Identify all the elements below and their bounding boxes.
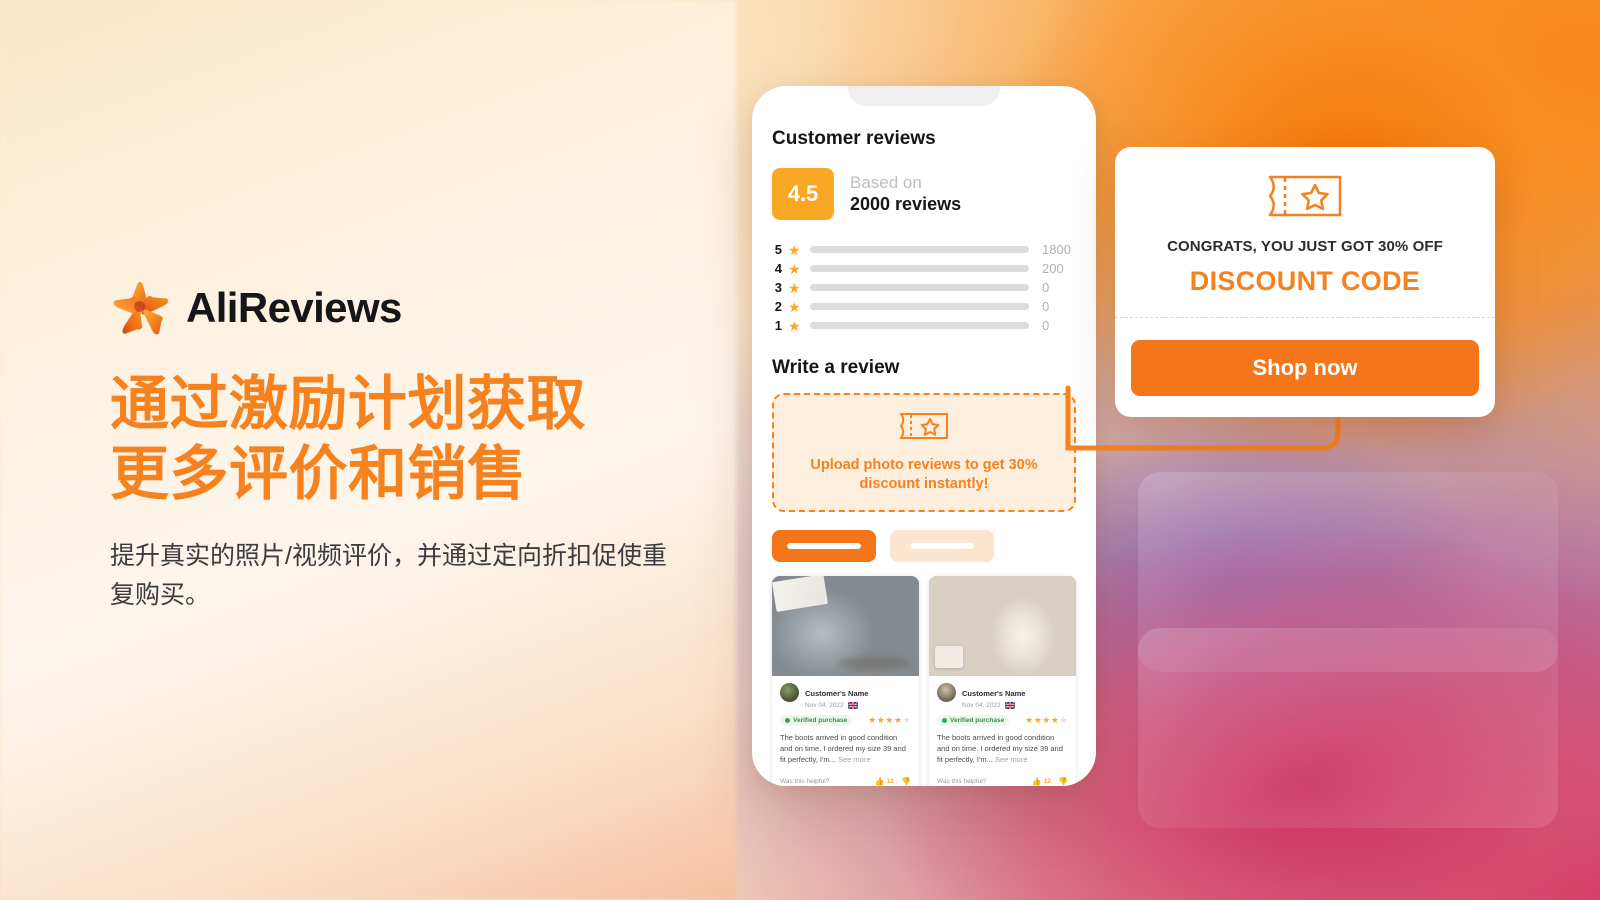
coupon-message: Upload photo reviews to get 30% discount… — [810, 456, 1037, 494]
phone-mockup: Customer reviews 4.5 Based on 2000 revie… — [752, 86, 1096, 786]
average-score-badge: 4.5 — [772, 168, 834, 220]
helpful-count: 12 — [1043, 778, 1052, 786]
upload-photo-coupon-box[interactable]: Upload photo reviews to get 30% discount… — [772, 393, 1076, 512]
ticket-star-icon — [898, 411, 950, 446]
check-icon — [785, 717, 790, 723]
thumbs-up-icon[interactable]: 👍 12 — [875, 777, 894, 786]
star-icon: ★ — [788, 298, 801, 315]
review-count-label: 2000 reviews — [850, 193, 962, 214]
review-date: Nov 04, 2022 — [805, 701, 844, 709]
brand-name: AliReviews — [186, 284, 402, 331]
page-title: 通过激励计划获取 更多评价和销售 — [110, 370, 670, 509]
star-icon: ★ — [788, 260, 801, 277]
rating-bar-row[interactable]: 2 ★ 0 — [772, 297, 1076, 316]
rating-bar-count: 200 — [1042, 261, 1064, 276]
rating-bar-label: 1 — [774, 318, 782, 333]
star-icon: ★ — [788, 317, 801, 334]
rating-bar-label: 5 — [774, 242, 782, 257]
discount-code-label: DISCOUNT CODE — [1189, 266, 1421, 296]
rating-bar-track — [809, 246, 1029, 253]
review-photo[interactable] — [929, 575, 1076, 676]
customer-reviews-title: Customer reviews — [772, 128, 936, 149]
review-author: Customer's Name Nov 04, 2022 — [937, 682, 1068, 709]
hero-content: AliReviews 通过激励计划获取 更多评价和销售 提升真实的照片/视频评价… — [110, 276, 670, 615]
review-date: Nov 04, 2022 — [962, 701, 1001, 709]
verified-purchase-label: Verified purchase — [793, 716, 848, 724]
helpful-prompt: Was this helpful? — [937, 778, 987, 786]
helpful-prompt: Was this helpful? — [780, 778, 830, 786]
filter-pill-active[interactable] — [772, 529, 876, 562]
rating-summary: 4.5 Based on 2000 reviews — [772, 168, 1076, 220]
thumbs-down-icon[interactable]: 👎 — [901, 777, 911, 786]
rating-bar-row[interactable]: 4 ★ 200 — [772, 259, 1076, 278]
avatar — [780, 682, 799, 702]
review-card-list: Customer's Name Nov 04, 2022 Verified pu… — [772, 575, 1076, 786]
headline-line-1: 通过激励计划获取 — [110, 371, 587, 437]
rating-bar-track — [809, 322, 1029, 329]
rating-bar-count: 1800 — [1042, 242, 1071, 257]
thumbs-down-icon[interactable]: 👎 — [1058, 777, 1068, 786]
filter-pill-row — [772, 529, 1076, 562]
review-card[interactable]: Customer's Name Nov 04, 2022 Verified pu… — [929, 575, 1076, 786]
review-author: Customer's Name Nov 04, 2022 — [780, 682, 911, 709]
review-author-name: Customer's Name — [962, 688, 1026, 698]
rating-bar-track — [809, 265, 1029, 272]
rating-bar-label: 3 — [774, 280, 782, 295]
coupon-message-line-2: discount instantly! — [859, 475, 989, 492]
review-photo[interactable] — [772, 575, 919, 676]
star-icon: ★ — [788, 241, 801, 258]
filter-pill-inactive[interactable] — [890, 529, 994, 562]
rating-bar-label: 2 — [774, 299, 782, 314]
status-badge: Verified purchase — [780, 714, 853, 726]
rating-bar-row[interactable]: 3 ★ 0 — [772, 278, 1076, 297]
divider — [1115, 317, 1495, 318]
review-author-name: Customer's Name — [805, 688, 869, 698]
rating-bar-count: 0 — [1042, 299, 1050, 314]
status-badge: Verified purchase — [937, 714, 1010, 726]
check-icon — [942, 717, 947, 723]
review-text: The boots arrived in good condition and … — [937, 732, 1068, 766]
write-review-title: Write a review — [772, 357, 900, 378]
phone-notch — [848, 86, 1000, 106]
decorative-ghost-card-2 — [1138, 628, 1558, 828]
verified-purchase-label: Verified purchase — [950, 716, 1005, 724]
rating-bar-count: 0 — [1042, 280, 1050, 295]
rating-bar-label: 4 — [774, 261, 782, 276]
helpful-count: 12 — [886, 778, 895, 786]
rating-distribution-chart: 5 ★ 1800 4 ★ 200 3 ★ 0 2 ★ 0 1 ★ 0 — [772, 240, 1076, 335]
headline-line-2: 更多评价和销售 — [110, 440, 527, 507]
review-star-rating: ★★★★★ — [1025, 714, 1068, 725]
shop-now-button[interactable]: Shop now — [1131, 340, 1479, 396]
pill-placeholder-bar — [910, 542, 974, 549]
congrats-message: CONGRATS, YOU JUST GOT 30% OFF — [1167, 238, 1443, 255]
see-more-link[interactable]: See more — [838, 755, 871, 764]
flag-uk-icon — [847, 701, 858, 709]
rating-bar-row[interactable]: 5 ★ 1800 — [772, 240, 1076, 259]
coupon-message-line-1: Upload photo reviews to get 30% — [810, 457, 1038, 473]
review-card[interactable]: Customer's Name Nov 04, 2022 Verified pu… — [772, 575, 919, 786]
review-text: The boots arrived in good condition and … — [780, 732, 911, 766]
see-more-link[interactable]: See more — [995, 755, 1028, 764]
review-star-rating: ★★★★★ — [868, 714, 911, 725]
pill-placeholder-bar — [787, 542, 861, 549]
star-icon: ★ — [788, 279, 801, 296]
hero-subtitle: 提升真实的照片/视频评价，并通过定向折扣促使重复购买。 — [110, 542, 667, 609]
rating-bar-count: 0 — [1042, 318, 1050, 333]
flag-uk-icon — [1004, 701, 1015, 709]
rating-bar-track — [809, 303, 1029, 310]
brand-lockup: AliReviews — [110, 276, 670, 340]
star-swirl-logo-icon — [110, 279, 172, 337]
rating-bar-row[interactable]: 1 ★ 0 — [772, 316, 1076, 335]
rating-bar-track — [809, 284, 1029, 291]
avatar — [937, 682, 956, 702]
discount-card: CONGRATS, YOU JUST GOT 30% OFF DISCOUNT … — [1115, 147, 1495, 417]
thumbs-up-icon[interactable]: 👍 12 — [1032, 777, 1051, 786]
based-on-label: Based on — [850, 172, 922, 192]
ticket-star-icon — [1266, 173, 1344, 224]
